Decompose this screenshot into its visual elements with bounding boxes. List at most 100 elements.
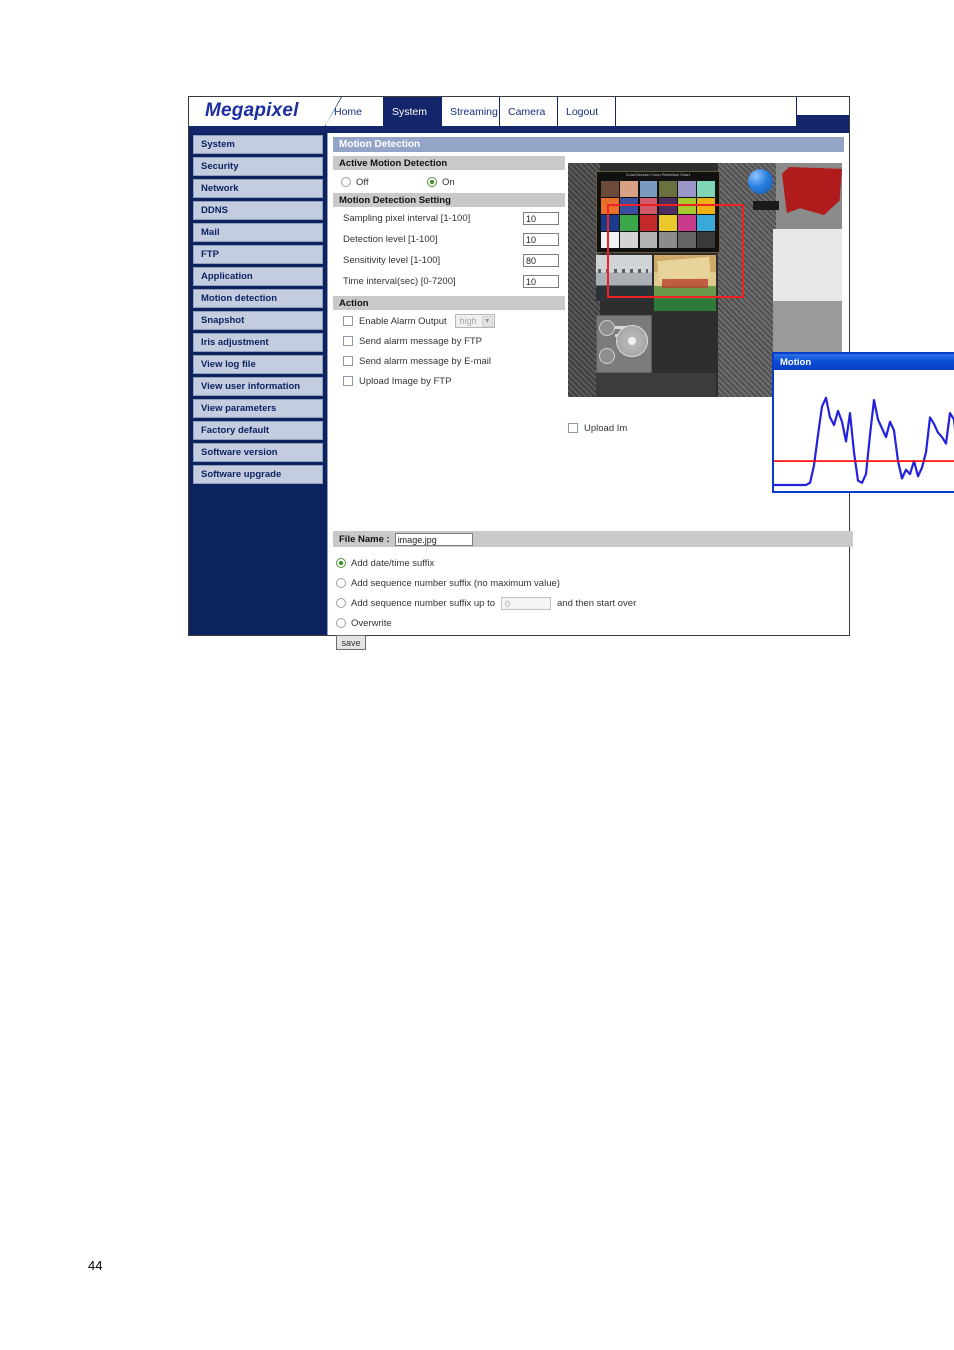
colorchecker-patch-6 (697, 181, 715, 197)
page-title: Motion Detection (333, 137, 844, 152)
preview-blue-ball (748, 169, 773, 194)
field-label-sampling-pixel-interval: Sampling pixel interval [1-100] (343, 213, 471, 224)
sidebar-item-system[interactable]: System (193, 135, 323, 154)
save-button[interactable]: save (336, 635, 366, 650)
checkbox-send-alarm-ftp-icon[interactable] (343, 336, 353, 346)
preview-gear-1 (599, 320, 615, 336)
tab-camera[interactable]: Camera (499, 97, 557, 126)
input-time-interval[interactable]: 10 (523, 275, 559, 288)
input-sampling-pixel-interval[interactable]: 10 (523, 212, 559, 225)
action-upload-image-email[interactable]: Upload Im (568, 418, 627, 438)
preview-label-tag (753, 201, 779, 210)
field-label-detection-level: Detection level [1-100] (343, 234, 438, 245)
tab-streaming[interactable]: Streaming (441, 97, 499, 126)
sidebar-item-iris-adjustment[interactable]: Iris adjustment (193, 333, 323, 352)
radio-overwrite-icon[interactable] (336, 618, 346, 628)
tab-system[interactable]: System (383, 97, 441, 126)
motion-detection-region-box[interactable] (607, 204, 744, 298)
motion-level-chart (774, 370, 954, 491)
file-name-input[interactable]: image.jpg (394, 532, 473, 546)
naming-label-date-time: Add date/time suffix (351, 557, 435, 569)
sidebar-item-motion-detection[interactable]: Motion detection (193, 289, 323, 308)
section-header-active-motion-detection: Active Motion Detection (333, 156, 565, 171)
motion-chart-svg (774, 370, 954, 491)
sidebar-item-view-log-file[interactable]: View log file (193, 355, 323, 374)
logo-tab: Megapixel (189, 97, 342, 126)
alarm-output-level-select[interactable]: high ▼ (454, 314, 495, 328)
sidebar-item-ddns[interactable]: DDNS (193, 201, 323, 220)
chevron-down-icon[interactable]: ▼ (481, 316, 493, 327)
sidebar-item-network[interactable]: Network (193, 179, 323, 198)
input-detection-level[interactable]: 10 (523, 233, 559, 246)
sidebar-item-view-user-information[interactable]: View user information (193, 377, 323, 396)
sidebar-item-snapshot[interactable]: Snapshot (193, 311, 323, 330)
file-name-bar: File Name : image.jpg (333, 531, 853, 547)
checkbox-send-alarm-email-icon[interactable] (343, 356, 353, 366)
action-upload-image-ftp[interactable]: Upload Image by FTP (333, 371, 565, 391)
colorchecker-title: ColorChecker Color Rendition Chart (625, 173, 691, 177)
sidebar-item-application[interactable]: Application (193, 267, 323, 286)
app-header: Megapixel Home System Streaming Camera L… (189, 97, 849, 133)
main-tab-bar: Home System Streaming Camera Logout (325, 97, 797, 126)
field-time-interval: Time interval(sec) [0-7200] 10 (333, 271, 565, 292)
radio-option-on[interactable]: On (427, 177, 455, 188)
action-send-alarm-ftp[interactable]: Send alarm message by FTP (333, 331, 565, 351)
action-enable-alarm-output[interactable]: Enable Alarm Output high ▼ (333, 311, 565, 331)
colorchecker-patch-5 (678, 181, 696, 197)
sidebar-item-view-parameters[interactable]: View parameters (193, 399, 323, 418)
radio-date-time-suffix-icon[interactable] (336, 558, 346, 568)
colorchecker-patch-3 (639, 181, 658, 197)
naming-option-sequence-up-to[interactable]: Add sequence number suffix up to 0 and t… (336, 593, 836, 613)
input-sequence-max[interactable]: 0 (501, 596, 552, 610)
input-sensitivity-level[interactable]: 80 (523, 254, 559, 267)
action-label-send-alarm-email: Send alarm message by E-mail (359, 355, 491, 367)
naming-option-date-time[interactable]: Add date/time suffix (336, 553, 836, 573)
section-header-motion-detection-setting: Motion Detection Setting (333, 193, 565, 208)
sidebar-item-factory-default[interactable]: Factory default (193, 421, 323, 440)
naming-option-sequence-no-max[interactable]: Add sequence number suffix (no maximum v… (336, 573, 836, 593)
checkbox-upload-image-email-icon[interactable] (568, 423, 578, 433)
action-label-upload-image-email: Upload Im (584, 422, 628, 434)
action-send-alarm-email[interactable]: Send alarm message by E-mail (333, 351, 565, 371)
field-label-sensitivity-level: Sensitivity level [1-100] (343, 255, 441, 266)
radio-on-icon[interactable] (427, 177, 437, 187)
brand-logo: Megapixel (205, 100, 299, 121)
naming-option-overwrite[interactable]: Overwrite (336, 613, 836, 633)
radio-sequence-up-to-icon[interactable] (336, 598, 346, 608)
checkbox-upload-image-ftp-icon[interactable] (343, 376, 353, 386)
active-motion-radio-group: Off On (333, 171, 565, 193)
motion-detection-form: Active Motion Detection Off On Motion De… (333, 156, 565, 391)
sidebar-item-software-version[interactable]: Software version (193, 443, 323, 462)
field-label-time-interval: Time interval(sec) [0-7200] (343, 276, 456, 287)
radio-sequence-no-max-icon[interactable] (336, 578, 346, 588)
logo-tab-corner (325, 97, 342, 126)
sidebar-item-ftp[interactable]: FTP (193, 245, 323, 264)
page-number: 44 (88, 1258, 103, 1273)
field-sensitivity-level: Sensitivity level [1-100] 80 (333, 250, 565, 271)
sidebar-item-mail[interactable]: Mail (193, 223, 323, 242)
field-detection-level: Detection level [1-100] 10 (333, 229, 565, 250)
radio-off-icon[interactable] (341, 177, 351, 187)
motion-popup-window: Motion ✕ (772, 352, 954, 493)
field-sampling-pixel-interval: Sampling pixel interval [1-100] 10 (333, 208, 565, 229)
file-name-label: File Name : (339, 533, 390, 545)
naming-label-sequence-no-max: Add sequence number suffix (no maximum v… (351, 577, 560, 589)
motion-popup-titlebar[interactable]: Motion ✕ (774, 354, 954, 370)
sidebar: System Security Network DDNS Mail FTP Ap… (189, 133, 327, 635)
section-header-action: Action (333, 296, 565, 311)
naming-label-overwrite: Overwrite (351, 617, 392, 629)
checkbox-enable-alarm-output-icon[interactable] (343, 316, 353, 326)
alarm-output-level-value: high (459, 316, 477, 326)
action-label-enable-alarm-output: Enable Alarm Output (359, 315, 447, 327)
sidebar-item-security[interactable]: Security (193, 157, 323, 176)
sidebar-item-software-upgrade[interactable]: Software upgrade (193, 465, 323, 484)
preview-fan (616, 325, 648, 357)
file-naming-options: Add date/time suffix Add sequence number… (336, 553, 836, 633)
colorchecker-patch-2 (620, 181, 638, 197)
preview-dark-bar (596, 373, 716, 397)
camera-web-ui-window: Megapixel Home System Streaming Camera L… (188, 96, 954, 650)
naming-label-sequence-up-to: Add sequence number suffix up to (351, 597, 496, 609)
tab-logout[interactable]: Logout (557, 97, 615, 126)
radio-option-off[interactable]: Off (341, 177, 427, 188)
action-label-send-alarm-ftp: Send alarm message by FTP (359, 335, 483, 347)
